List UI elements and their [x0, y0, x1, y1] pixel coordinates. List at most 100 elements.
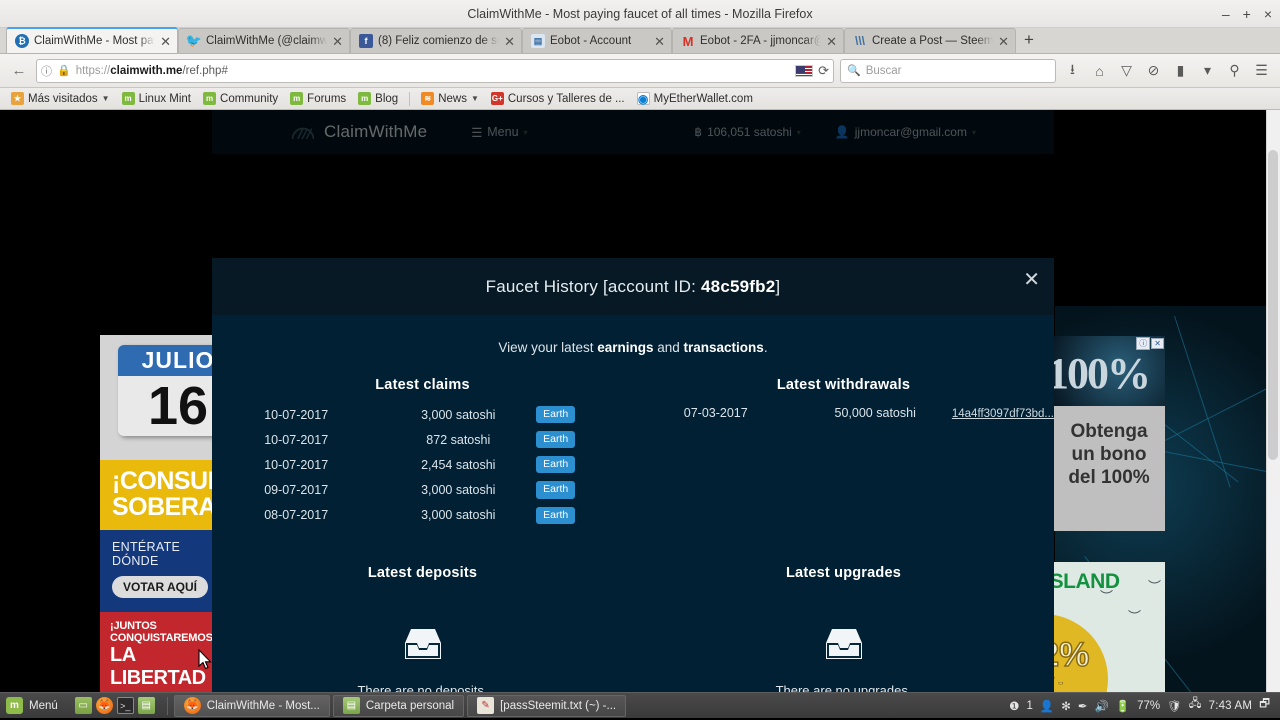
battery-percent: 77%	[1137, 699, 1161, 712]
tab-close-icon[interactable]: ✕	[504, 35, 515, 48]
ad-left-line2: SOBERANA	[112, 493, 220, 521]
ad-right-top-banner[interactable]: 100% ⓘ ✕ Obtenga un bono del 100%	[1053, 336, 1165, 531]
claim-tag-cell: Earth	[536, 402, 633, 427]
bookmark-cursos[interactable]: G+ Cursos y Talleres de ...	[486, 91, 630, 106]
adchoices-info-icon[interactable]: ⓘ	[1136, 337, 1151, 350]
transaction-link[interactable]: 14a4ff3097df73bd...	[952, 408, 1054, 420]
sync-icon[interactable]: ⚲	[1224, 60, 1245, 82]
extension-icon[interactable]: ▮	[1170, 60, 1191, 82]
ad-close-icon[interactable]: ✕	[1151, 338, 1164, 349]
address-bar[interactable]: ⓘ 🔒 https://claimwith.me/ref.php# ⟳	[36, 58, 834, 83]
taskbar-item-files[interactable]: ▤ Carpeta personal	[332, 694, 465, 717]
taskbar-item-texteditor[interactable]: ✎ [passSteemit.txt (~) -...	[467, 694, 627, 717]
search-bar[interactable]: 🔍 Buscar	[840, 58, 1056, 83]
claim-date: 10-07-2017	[264, 407, 329, 422]
hamburger-menu-icon[interactable]: ☰	[1251, 60, 1272, 82]
adblock-icon[interactable]: ⊘	[1143, 60, 1164, 82]
ad-right-top-headline: Obtenga un bono del 100%	[1053, 406, 1165, 489]
bookmark-community[interactable]: m Community	[198, 91, 283, 106]
update-manager-icon[interactable]: ❶	[1009, 699, 1019, 713]
close-window-button[interactable]: ×	[1264, 7, 1272, 21]
tab-title: (8) Feliz comienzo de sema	[378, 35, 499, 47]
taskbar-item-label: ClaimWithMe - Most...	[206, 699, 320, 712]
maximize-button[interactable]: +	[1243, 7, 1251, 21]
bookmark-blog[interactable]: m Blog	[353, 91, 403, 106]
bluetooth-icon[interactable]: ✻	[1061, 699, 1071, 713]
table-row: 10-07-2017 2,454 satoshi Earth	[212, 452, 633, 477]
ad-left-prompt: ENTÉRATE DÓNDE	[112, 540, 181, 568]
browser-tab-0[interactable]: ₿ ClaimWithMe - Most paying ✕	[6, 27, 178, 53]
bookmark-linux-mint[interactable]: m Linux Mint	[117, 91, 196, 106]
new-tab-button[interactable]: +	[1016, 30, 1042, 52]
language-flag-icon	[795, 64, 814, 77]
twitter-favicon: 🐦	[185, 33, 203, 48]
clock: 7:43 AM	[1208, 699, 1253, 712]
shield-icon[interactable]: 🛡	[1167, 699, 1182, 713]
latest-claims-table: 10-07-2017 3,000 satoshi Earth 10-07-201…	[212, 402, 633, 528]
start-menu-button[interactable]: m Menú	[4, 697, 66, 714]
terminal-icon[interactable]: >_	[116, 697, 134, 714]
bookmark-forums[interactable]: m Forums	[285, 91, 351, 106]
show-desktop-icon[interactable]: ▭	[74, 697, 92, 714]
web-page: ClaimWithMe ☰ Menu ▾ ฿ 106,051 satoshi ▾…	[0, 110, 1280, 692]
tab-close-icon[interactable]: ✕	[654, 35, 665, 48]
home-icon[interactable]: ⌂	[1089, 60, 1110, 82]
intro-earnings: earnings	[597, 340, 654, 355]
bird-icon: ︶	[1128, 609, 1142, 624]
bookmark-label: News	[438, 92, 467, 105]
ad-left-month: JULIO	[118, 345, 220, 376]
back-button[interactable]: ←	[8, 60, 30, 82]
browser-tab-2[interactable]: f (8) Feliz comienzo de sema ✕	[350, 28, 522, 53]
ad-left-banner[interactable]: JULIO 16 ¡CONSULTA SOBERANA ENTÉRATE DÓN…	[100, 335, 220, 692]
claim-tag-cell: Earth	[536, 503, 633, 528]
ad-left-vote-button[interactable]: VOTAR AQUÍ	[112, 576, 208, 598]
bookmark-news[interactable]: ≋ News ▼	[416, 91, 484, 106]
browser-tab-4[interactable]: M Eobot - 2FA - jjmoncar@gm ✕	[672, 28, 844, 53]
tab-title: ClaimWithMe - Most paying	[34, 35, 155, 47]
taskbar-item-firefox[interactable]: 🦊 ClaimWithMe - Most...	[173, 694, 330, 717]
latest-upgrades-heading: Latest upgrades	[786, 564, 901, 581]
withdrawal-tx-cell: 14a4ff3097df73bd...	[952, 402, 1054, 424]
minimize-button[interactable]: –	[1222, 7, 1230, 21]
files-icon[interactable]: ▤	[137, 697, 155, 714]
tab-close-icon[interactable]: ✕	[160, 35, 171, 48]
browser-tab-3[interactable]: ▤ Eobot - Account ✕	[522, 28, 672, 53]
bookmark-myetherwallet[interactable]: ◉ MyEtherWallet.com	[632, 91, 758, 106]
facebook-favicon: f	[359, 34, 373, 48]
tab-close-icon[interactable]: ✕	[998, 35, 1009, 48]
chevron-down-icon: ▼	[101, 94, 110, 103]
chevron-down-icon[interactable]: ▾	[1197, 60, 1218, 82]
firefox-icon[interactable]: 🦊	[95, 697, 113, 714]
tab-close-icon[interactable]: ✕	[332, 35, 343, 48]
bookmark-label: Blog	[375, 92, 399, 105]
claim-amount: 3,000 satoshi	[421, 482, 496, 497]
browser-tab-5[interactable]: \\\ Create a Post — Steemit ✕	[844, 28, 1016, 53]
downloads-icon[interactable]: ⭳	[1062, 60, 1083, 82]
pen-icon[interactable]: ✒	[1078, 699, 1088, 713]
pocket-icon[interactable]: ▽	[1116, 60, 1137, 82]
latest-claims-heading: Latest claims	[375, 377, 470, 393]
browser-tab-1[interactable]: 🐦 ClaimWithMe (@claimwithm ✕	[178, 28, 350, 53]
folder-icon: ▤	[342, 697, 360, 714]
table-row: 08-07-2017 3,000 satoshi Earth	[212, 503, 633, 528]
network-icon[interactable]: 🖧	[1189, 696, 1202, 715]
bookmark-most-visited[interactable]: ★ Más visitados ▼	[6, 91, 115, 106]
reload-icon[interactable]: ⟳	[818, 63, 829, 79]
page-info-icon[interactable]: ⓘ	[41, 63, 52, 79]
latest-upgrades-section: Latest upgrades There are no upgrades.	[633, 565, 1054, 692]
show-desktop-icon[interactable]: 🗗	[1259, 696, 1270, 715]
user-account-icon[interactable]: 👤	[1040, 699, 1054, 713]
claim-tag-cell: Earth	[536, 427, 633, 452]
modal-title: Faucet History [account ID: 48c59fb2]	[486, 277, 781, 297]
latest-withdrawals-column: Latest withdrawals 07-03-2017 50,000 sat…	[633, 377, 1054, 528]
adchoices-controls[interactable]: ⓘ ✕	[1136, 337, 1164, 350]
tab-close-icon[interactable]: ✕	[826, 35, 837, 48]
modal-close-icon[interactable]: ✕	[1023, 270, 1040, 290]
battery-icon[interactable]: 🔋	[1116, 699, 1130, 713]
page-scrollbar-thumb[interactable]	[1268, 150, 1278, 460]
page-scrollbar[interactable]	[1266, 110, 1280, 692]
mint-icon: m	[203, 92, 217, 105]
volume-icon[interactable]: 🔊	[1094, 699, 1108, 713]
status-badge: Earth	[536, 481, 576, 499]
eobot-favicon: ▤	[531, 34, 545, 48]
